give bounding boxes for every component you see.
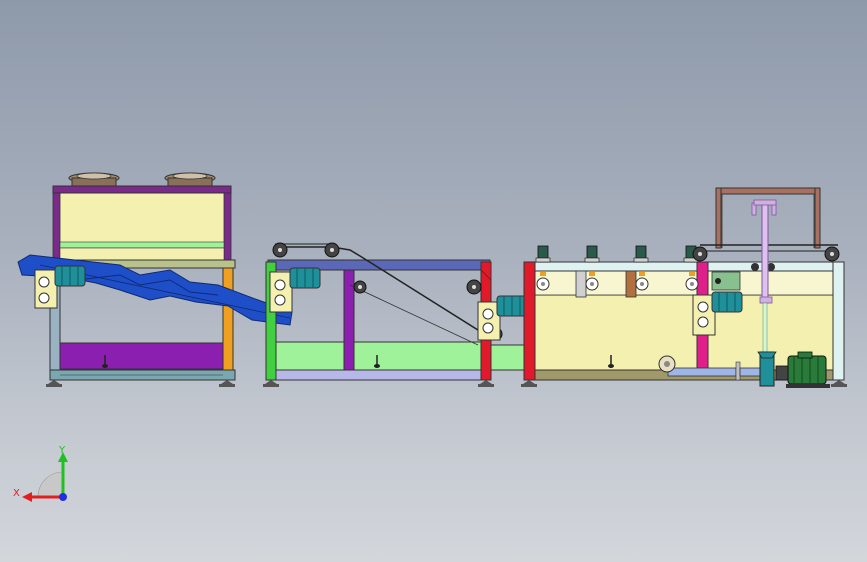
triad-grey-quadrant [37,471,64,498]
feeder-hopper-unit [17,172,293,387]
frame2-bottom-rail [267,369,491,381]
exhaust-fan-right [164,172,216,187]
leveling-feet-1 [46,380,235,387]
triad-x-label: X [13,488,20,499]
belt-washer-unit [263,242,528,387]
transfer-chute [490,344,527,371]
sprocket-2b [324,242,340,258]
hood-post-left [52,192,61,262]
sprocket-2a [272,242,288,258]
triad-x-arrow [22,492,32,502]
spray-nozzle-1 [535,245,551,263]
machine-assembly-drawing[interactable]: Y X [0,0,867,562]
drive-motor-3 [477,295,528,341]
hood-lower-panel [59,247,225,261]
rinse-tank-unit [521,187,847,388]
sprocket-2c [353,280,367,294]
frame3-top-rail [523,261,845,272]
hood-panel [55,192,229,244]
collection-trough [59,342,224,370]
leveling-feet-2 [263,380,494,387]
cad-viewport[interactable]: Y X [0,0,867,562]
sprocket-2d [466,279,482,295]
exhaust-fan-left [68,172,120,187]
triad-y-label: Y [58,445,66,456]
spray-nozzle-2 [584,245,600,263]
hood-green-strip [59,241,225,249]
frame2-leg-mid [343,269,355,371]
frame3-post-brown [625,270,637,298]
spray-nozzle-3 [633,245,649,263]
frame1-leg-right [222,267,234,381]
frame3-leg-right [832,261,845,381]
triad-z-axis [59,493,67,501]
frame3-leg-left [523,261,536,381]
hood-post-right [223,192,232,262]
hood-top-rail [52,185,232,194]
frame3-post-grey [575,270,587,298]
lift-frame [700,187,838,252]
drive-motor-2 [269,267,321,313]
coordinate-triad[interactable]: Y X [13,445,68,502]
